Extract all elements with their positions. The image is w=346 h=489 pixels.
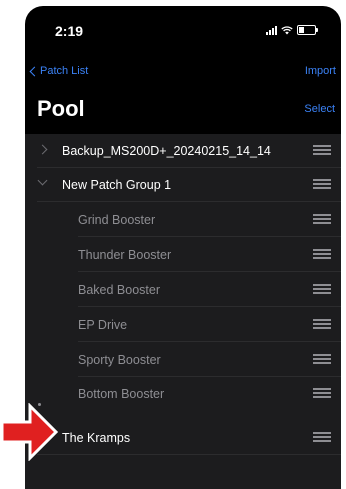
list-item-label: EP Drive <box>78 318 128 332</box>
cellular-signal-icon <box>266 26 277 35</box>
reorder-handle-icon[interactable] <box>313 319 331 329</box>
list-item-label: Sporty Booster <box>78 353 161 367</box>
status-icons <box>266 25 318 35</box>
list-item-label: Baked Booster <box>78 283 160 297</box>
reorder-handle-icon[interactable] <box>313 354 331 364</box>
patch-group-row-new-patch-group-1[interactable]: New Patch Group 1 <box>25 168 341 202</box>
reorder-handle-icon[interactable] <box>313 249 331 259</box>
list-item-label: Grind Booster <box>78 213 156 227</box>
page-title: Pool <box>37 96 85 121</box>
patch-group-row-backup[interactable]: Backup_MS200D+_20240215_14_14 <box>25 134 341 168</box>
list-item-label: Thunder Booster <box>78 248 172 262</box>
patch-row-the-kramps[interactable]: The Kramps <box>25 421 341 455</box>
battery-icon <box>297 25 318 35</box>
reorder-handle-icon[interactable] <box>313 388 331 398</box>
reorder-handle-icon[interactable] <box>313 214 331 224</box>
chevron-down-icon[interactable] <box>37 175 48 186</box>
patch-row-baked-booster[interactable]: Baked Booster <box>25 273 341 307</box>
red-arrow-icon <box>0 403 59 461</box>
list-item-label: New Patch Group 1 <box>62 178 172 192</box>
list-item-label: The Kramps <box>62 431 131 445</box>
list-item-label: Bottom Booster <box>78 387 165 401</box>
chevron-right-icon[interactable] <box>37 144 48 155</box>
patch-row-ep-drive[interactable]: EP Drive <box>25 308 341 342</box>
phone-screen: 2:19 Patch List Import Pool Select Backu… <box>25 6 341 489</box>
back-button[interactable]: Patch List <box>29 65 89 77</box>
reorder-handle-icon[interactable] <box>313 145 331 155</box>
patch-row-grind-booster[interactable]: Grind Booster <box>25 203 341 237</box>
import-button[interactable]: Import <box>305 65 336 77</box>
title-row: Pool Select <box>25 90 341 130</box>
patch-row-thunder-booster[interactable]: Thunder Booster <box>25 238 341 272</box>
patch-row-bottom-booster[interactable]: Bottom Booster <box>25 377 341 411</box>
status-bar: 2:19 <box>25 6 341 50</box>
patch-list: Backup_MS200D+_20240215_14_14 New Patch … <box>25 134 341 489</box>
patch-row-sporty-booster[interactable]: Sporty Booster <box>25 343 341 377</box>
reorder-handle-icon[interactable] <box>313 432 331 442</box>
reorder-handle-icon[interactable] <box>313 284 331 294</box>
status-time: 2:19 <box>55 23 84 39</box>
list-item-label: Backup_MS200D+_20240215_14_14 <box>62 144 271 158</box>
back-button-label: Patch List <box>40 65 89 77</box>
reorder-handle-icon[interactable] <box>313 179 331 189</box>
chevron-left-icon <box>29 66 40 76</box>
select-button[interactable]: Select <box>304 103 335 115</box>
wifi-icon <box>281 26 293 35</box>
navigation-bar: Patch List Import <box>25 50 341 84</box>
